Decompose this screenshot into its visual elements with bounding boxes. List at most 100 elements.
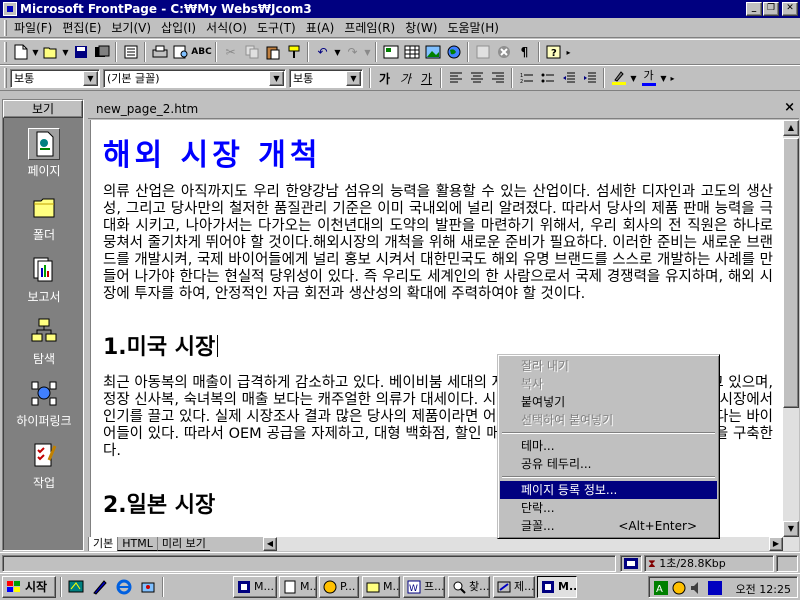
section-heading-usa[interactable]: 1.미국 시장 [103,329,219,361]
menu-edit[interactable]: 편집(E) [57,19,106,37]
hangul-tray-icon[interactable] [707,580,723,596]
restore-button[interactable]: ❐ [763,2,779,16]
menu-item-paste-special[interactable]: 선택하여 붙여넣기 [500,411,717,429]
menu-file[interactable]: 파일(F) [9,19,57,37]
toolbar-options-arrow[interactable]: ▸ [668,74,677,83]
start-button[interactable]: 시작 [2,576,56,598]
menu-item-shared-borders[interactable]: 공유 테두리... [500,455,717,473]
views-item-navigation[interactable]: 탐색 [3,316,85,367]
quicklaunch-pen-icon[interactable] [92,579,108,595]
menu-table[interactable]: 표(A) [301,19,340,37]
scroll-up-button[interactable]: ▲ [783,120,799,136]
volume-tray-icon[interactable] [689,580,705,596]
quicklaunch-desktop-icon[interactable] [68,579,84,595]
font-dropdown-arrow[interactable]: ▼ [269,70,284,86]
help-icon[interactable]: ? [543,42,564,63]
font-size-combo[interactable]: 보통 ▼ [289,68,363,88]
section-heading-japan[interactable]: 2.일본 시장 [103,487,215,519]
title-bar[interactable]: Microsoft FrontPage - C:₩My Webs₩Jcom3 _… [0,0,800,18]
stop-icon[interactable] [493,42,514,63]
views-item-page[interactable]: 페이지 [3,128,85,179]
scroll-left-button[interactable]: ◀ [263,537,277,551]
quicklaunch-ie-icon[interactable] [116,579,132,595]
align-left-icon[interactable] [445,68,466,89]
paste-icon[interactable] [262,42,283,63]
menu-item-copy[interactable]: 복사 [500,375,717,393]
close-document-icon[interactable]: × [784,100,795,115]
views-item-hyperlinks[interactable]: 하이퍼링크 [3,378,85,429]
intro-paragraph[interactable]: 의류 산업은 아직까지도 우리 한양강남 섬유의 능력을 활용할 수 있는 산업… [103,184,773,303]
menu-view[interactable]: 보기(V) [106,19,156,37]
font-combo[interactable]: (기본 글꼴) ▼ [103,68,286,88]
save-icon[interactable] [70,42,91,63]
menu-tools[interactable]: 도구(T) [252,19,301,37]
clock[interactable]: 오전 12:25 [736,581,791,597]
vertical-scrollbar[interactable]: ▲ ▼ [783,120,799,537]
highlight-dropdown-arrow[interactable]: ▼ [629,74,638,83]
task-button-6[interactable]: 찾... [448,576,490,598]
redo-dropdown-arrow[interactable]: ▼ [363,48,372,57]
frontpage-app-icon[interactable] [3,2,17,16]
publish-web-icon[interactable] [91,42,112,63]
highlight-color-icon[interactable] [608,68,629,89]
preview-in-browser-icon[interactable] [170,42,191,63]
quicklaunch-channels-icon[interactable] [140,579,156,595]
scroll-right-button[interactable]: ▶ [769,537,783,551]
align-right-icon[interactable] [487,68,508,89]
copy-icon[interactable] [241,42,262,63]
cut-icon[interactable]: ✂ [220,42,241,63]
views-item-folders[interactable]: 폴더 [3,192,85,243]
toolbar-grip[interactable] [4,42,7,62]
font-color-icon[interactable]: 가 [638,68,659,89]
menu-window[interactable]: 창(W) [400,19,442,37]
minimize-button[interactable]: _ [746,2,762,16]
menu-item-paragraph[interactable]: 단락... [500,499,717,517]
numbering-icon[interactable]: 12 [516,68,537,89]
open-dropdown-arrow[interactable]: ▼ [61,48,70,57]
style-combo[interactable]: 보통 ▼ [10,68,100,88]
menu-item-cut[interactable]: 잘라 내기 [500,357,717,375]
undo-icon[interactable]: ↶ [312,42,333,63]
views-item-reports[interactable]: 보고서 [3,254,85,305]
insert-component-icon[interactable] [380,42,401,63]
tab-html[interactable]: HTML [117,537,157,551]
insert-picture-icon[interactable] [422,42,443,63]
align-center-icon[interactable] [466,68,487,89]
folder-list-icon[interactable] [120,42,141,63]
new-dropdown-arrow[interactable]: ▼ [31,48,40,57]
task-button-3[interactable]: P... [319,576,359,598]
decrease-indent-icon[interactable] [558,68,579,89]
horizontal-scrollbar[interactable]: ◀ ▶ [263,537,799,551]
task-button-8-active[interactable]: M... [537,576,577,598]
menu-item-font[interactable]: 글꼴... <Alt+Enter> [500,517,717,535]
font-color-dropdown-arrow[interactable]: ▼ [659,74,668,83]
task-button-5[interactable]: W 프... [403,576,445,598]
close-window-button[interactable]: ✕ [782,2,798,16]
menu-bar-grip[interactable] [4,19,7,36]
insert-table-icon[interactable] [401,42,422,63]
undo-dropdown-arrow[interactable]: ▼ [333,48,342,57]
task-button-7[interactable]: 제... [493,576,535,598]
redo-icon[interactable]: ↷ [342,42,363,63]
italic-button[interactable]: 가 [395,68,416,89]
hyperlink-globe-icon[interactable] [443,42,464,63]
scroll-down-button[interactable]: ▼ [783,521,799,537]
menu-format[interactable]: 서식(O) [201,19,252,37]
scroll-thumb[interactable] [783,138,799,408]
toolbar-options-arrow[interactable]: ▸ [564,48,573,57]
new-page-icon[interactable] [10,42,31,63]
document-name[interactable]: new_page_2.htm [96,102,198,116]
tab-preview[interactable]: 미리 보기 [156,537,210,551]
menu-insert[interactable]: 삽입(I) [156,19,201,37]
toolbar-grip[interactable] [4,68,7,88]
bold-button[interactable]: 가 [374,68,395,89]
ime-indicator-icon[interactable]: A [653,580,669,596]
underline-button[interactable]: 가 [416,68,437,89]
page-heading[interactable]: 해외 시장 개척 [103,130,322,174]
task-button-1[interactable]: M... [233,576,277,598]
open-folder-icon[interactable] [40,42,61,63]
views-item-tasks[interactable]: 작업 [3,440,85,491]
increase-indent-icon[interactable] [579,68,600,89]
format-painter-icon[interactable] [283,42,304,63]
menu-item-paste[interactable]: 붙여넣기 [500,393,717,411]
